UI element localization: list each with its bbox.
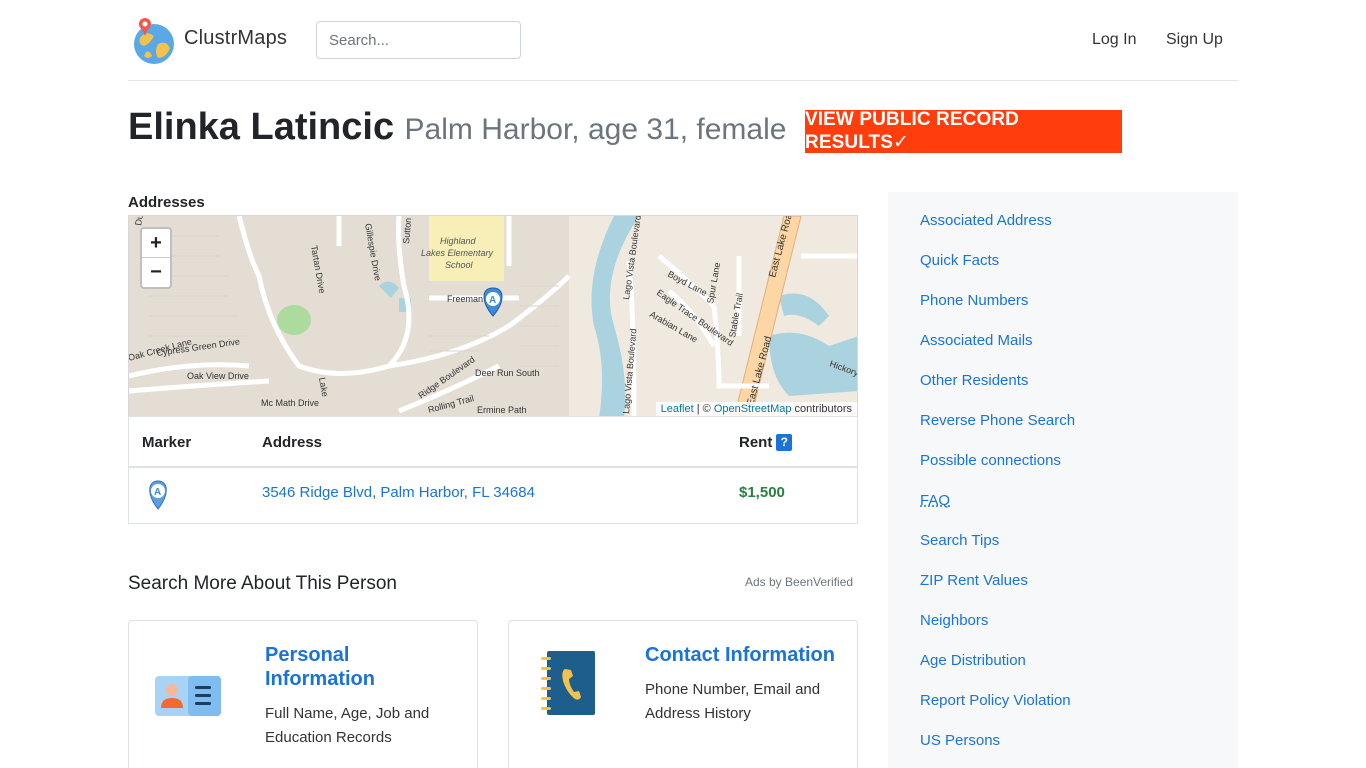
sidebar-item-reverse-phone-search[interactable]: Reverse Phone Search [920, 412, 1075, 429]
view-public-records-button[interactable]: VIEW PUBLIC RECORD RESULTS✓ [805, 109, 1122, 153]
sidebar-item-neighbors[interactable]: Neighbors [920, 612, 988, 629]
leaflet-link[interactable]: Leaflet [661, 403, 694, 415]
map-label: Ermine Path [477, 405, 527, 415]
col-address-header: Address [262, 434, 323, 451]
addresses-heading: Addresses [128, 194, 205, 211]
zoom-in-button[interactable]: + [142, 229, 170, 258]
personal-info-title[interactable]: Personal Information [265, 643, 465, 691]
map-label: Oak View Drive [187, 371, 249, 381]
rent-label: Rent [739, 434, 773, 451]
table-divider [129, 466, 857, 468]
phone-book-icon [541, 651, 595, 715]
map-label: Lakes Elementary [421, 248, 494, 258]
map-tiles: Highland Lakes Elementary School Freeman… [129, 216, 857, 416]
person-subtitle: Palm Harbor, age 31, female [404, 113, 787, 146]
sidebar-item-us-persons[interactable]: US Persons [920, 732, 1000, 749]
map-label: School [445, 260, 474, 270]
map-label: Highland [440, 236, 477, 246]
sidebar-item-quick-facts[interactable]: Quick Facts [920, 252, 999, 269]
sidebar-item-zip-rent-values[interactable]: ZIP Rent Values [920, 572, 1028, 589]
osm-link[interactable]: OpenStreetMap [714, 403, 792, 415]
page-title: Elinka Latincic Palm Harbor, age 31, fem… [128, 106, 786, 156]
map-label: Freeman [447, 294, 483, 304]
search-input[interactable] [316, 21, 521, 59]
sidebar-item-age-distribution[interactable]: Age Distribution [920, 652, 1026, 669]
rent-help-badge[interactable]: ? [776, 434, 793, 451]
person-name: Elinka Latincic [128, 106, 395, 148]
login-link[interactable]: Log In [1092, 31, 1136, 49]
row-marker-icon: A [149, 480, 167, 510]
contact-info-desc: Phone Number, Email and Address History [645, 681, 821, 722]
map-marker-letter: A [489, 295, 496, 306]
ads-by-label: Ads by BeenVerified [745, 575, 854, 589]
contact-info-card[interactable]: Contact Information Phone Number, Email … [508, 620, 858, 768]
attribution-separator: | © [693, 403, 714, 415]
personal-info-card[interactable]: Personal Information Full Name, Age, Job… [128, 620, 478, 768]
zoom-controls: + − [140, 227, 172, 289]
sidebar-item-associated-mails[interactable]: Associated Mails [920, 332, 1033, 349]
sidebar-item-search-tips[interactable]: Search Tips [920, 532, 999, 549]
sidebar-item-report-policy-violation[interactable]: Report Policy Violation [920, 692, 1071, 709]
id-card-icon [155, 676, 221, 716]
personal-info-desc: Full Name, Age, Job and Education Record… [265, 705, 430, 746]
address-table: Marker Address Rent? A 3546 Ridge Blvd, … [128, 416, 858, 524]
row-marker-letter: A [154, 487, 161, 498]
map-attribution: Leaflet | © OpenStreetMap contributors [655, 402, 857, 416]
address-map[interactable]: Highland Lakes Elementary School Freeman… [128, 215, 858, 417]
site-header: ClustrMaps Log In Sign Up [128, 0, 1238, 81]
sidebar-item-possible-connections[interactable]: Possible connections [920, 452, 1061, 469]
col-rent-header: Rent? [739, 434, 793, 451]
map-label: Deer Run South [475, 368, 540, 378]
sidebar-item-other-residents[interactable]: Other Residents [920, 372, 1028, 389]
sidebar-item-phone-numbers[interactable]: Phone Numbers [920, 292, 1028, 309]
brand-name[interactable]: ClustrMaps [184, 27, 287, 50]
signup-link[interactable]: Sign Up [1166, 31, 1223, 49]
clustrmaps-logo-icon[interactable] [132, 14, 176, 66]
zoom-out-button[interactable]: − [142, 258, 170, 287]
map-label: Mc Math Drive [261, 398, 319, 408]
rent-value: $1,500 [739, 484, 785, 501]
search-more-heading: Search More About This Person [128, 573, 397, 594]
sidebar-item-associated-address[interactable]: Associated Address [920, 212, 1052, 229]
address-link[interactable]: 3546 Ridge Blvd, Palm Harbor, FL 34684 [262, 484, 535, 501]
attribution-suffix: contributors [791, 403, 852, 415]
contact-info-title[interactable]: Contact Information [645, 643, 845, 667]
col-marker-header: Marker [142, 434, 192, 451]
sidebar-nav: Associated Address Quick Facts Phone Num… [888, 192, 1238, 768]
sidebar-item-faq[interactable]: FAQ [920, 492, 950, 509]
